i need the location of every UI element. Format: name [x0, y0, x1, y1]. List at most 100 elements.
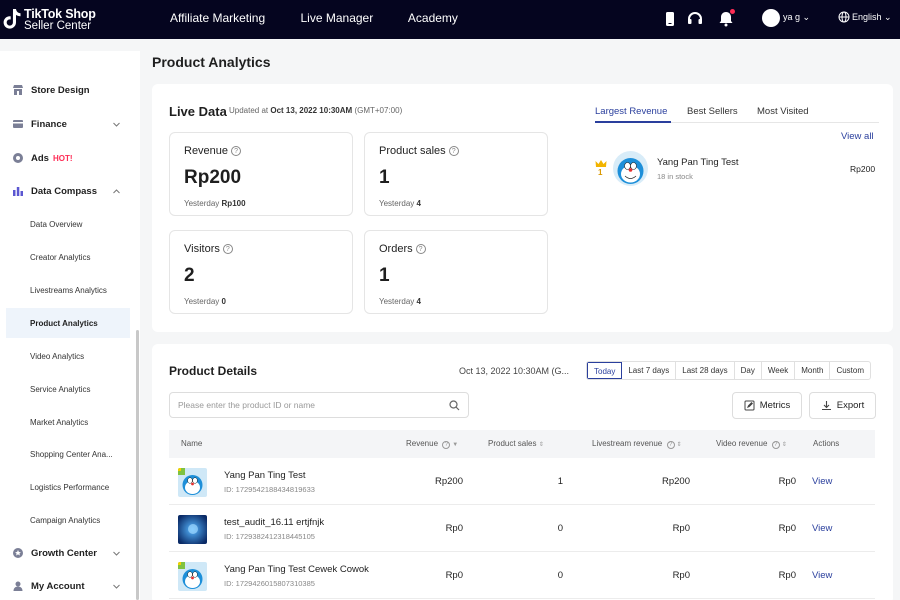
tab-best-sellers[interactable]: Best Sellers	[687, 106, 738, 117]
sidebar-item-data-compass[interactable]: Data Compass	[0, 176, 132, 206]
info-icon[interactable]: ?	[666, 441, 675, 449]
nav-academy[interactable]: Academy	[408, 11, 458, 25]
product-details-card: Product Details Oct 13, 2022 10:30AM (G.…	[152, 344, 893, 600]
user-avatar[interactable]	[762, 9, 780, 27]
range-day[interactable]: Day	[735, 362, 762, 379]
col-actions: Actions	[813, 439, 840, 448]
product-thumbnail[interactable]	[178, 562, 207, 591]
sidebar: Store Design Finance Ads HOT! Data Compas…	[0, 51, 140, 600]
sidebar-item-my-account[interactable]: My Account	[0, 571, 132, 600]
sidebar-sub-data-overview[interactable]: Data Overview	[0, 209, 132, 239]
col-sales-label: Product sales	[488, 439, 537, 448]
sidebar-sub-campaign-analytics[interactable]: Campaign Analytics	[0, 505, 132, 535]
chart-bars-icon	[13, 187, 23, 196]
brand-line-1: TikTok Shop	[24, 7, 96, 21]
view-link[interactable]: View	[812, 476, 832, 487]
col-name: Name	[181, 439, 203, 448]
sidebar-sub-shopping-center-analytics[interactable]: Shopping Center Ana...	[0, 439, 132, 469]
top-product-name[interactable]: Yang Pan Ting Test	[657, 157, 739, 168]
cell-product-sales: 0	[557, 523, 563, 534]
top-nav: Affiliate Marketing Live Manager Academy	[170, 11, 490, 25]
view-link[interactable]: View	[812, 570, 832, 581]
info-icon[interactable]: ?	[448, 146, 459, 156]
info-icon[interactable]: ?	[231, 146, 242, 156]
metric-yesterday: Yesterday 4	[379, 297, 421, 306]
cell-revenue: Rp0	[445, 570, 463, 581]
sort-icon[interactable]: ⇕	[539, 442, 544, 448]
store-icon	[13, 85, 23, 95]
range-custom[interactable]: Custom	[830, 362, 870, 379]
sidebar-sub-product-analytics[interactable]: Product Analytics	[6, 308, 130, 338]
user-name-text: ya g	[783, 12, 801, 22]
product-thumbnail[interactable]	[178, 515, 207, 544]
sidebar-item-ads[interactable]: Ads HOT!	[0, 143, 132, 173]
sort-icon[interactable]: ⇕	[782, 442, 787, 448]
view-link[interactable]: View	[812, 523, 832, 534]
nav-affiliate-marketing[interactable]: Affiliate Marketing	[170, 11, 265, 25]
metrics-button[interactable]: Metrics	[732, 392, 802, 419]
cell-video-revenue: Rp0	[778, 523, 796, 534]
sidebar-scrollbar[interactable]	[136, 330, 139, 600]
sidebar-label: Finance	[31, 118, 67, 130]
sidebar-sub-label: Creator Analytics	[30, 252, 91, 262]
phone-icon[interactable]	[661, 10, 679, 28]
sidebar-sub-market-analytics[interactable]: Market Analytics	[0, 407, 132, 437]
tiktok-shop-logo[interactable]: TikTok Shop Seller Center	[2, 6, 122, 34]
product-name[interactable]: test_audit_16.11 ertjfnjk	[224, 517, 324, 528]
sort-desc-icon[interactable]: ▼	[452, 442, 458, 448]
tab-most-visited[interactable]: Most Visited	[757, 106, 809, 117]
info-icon[interactable]: ?	[415, 244, 426, 254]
product-thumbnail[interactable]	[178, 468, 207, 497]
yesterday-label: Yesterday	[379, 297, 415, 306]
sidebar-label: Store Design	[31, 84, 90, 96]
date-selector[interactable]: Oct 13, 2022 10:30AM (G...	[459, 366, 569, 376]
sidebar-item-growth-center[interactable]: Growth Center	[0, 538, 132, 568]
product-details-title: Product Details	[169, 364, 258, 378]
language-selector[interactable]: English ⌄	[852, 12, 892, 23]
sidebar-sub-label: Product Analytics	[30, 318, 98, 328]
cell-video-revenue: Rp0	[778, 476, 796, 487]
yesterday-label: Yesterday	[184, 297, 220, 306]
range-today[interactable]: Today	[587, 362, 623, 379]
product-search	[169, 392, 469, 418]
export-button[interactable]: Export	[809, 392, 876, 419]
range-month[interactable]: Month	[795, 362, 831, 379]
search-icon[interactable]	[449, 400, 460, 411]
product-name[interactable]: Yang Pan Ting Test Cewek Cowok	[224, 564, 369, 575]
sidebar-item-store-design[interactable]: Store Design	[0, 75, 132, 105]
product-name[interactable]: Yang Pan Ting Test	[224, 470, 306, 481]
metric-visitors: Visitors? 2 Yesterday 0	[169, 230, 353, 314]
metric-orders: Orders? 1 Yesterday 4	[364, 230, 548, 314]
sidebar-sub-label: Market Analytics	[30, 417, 89, 427]
sidebar-sub-label: Livestreams Analytics	[30, 285, 107, 295]
sidebar-sub-creator-analytics[interactable]: Creator Analytics	[0, 242, 132, 272]
sidebar-sub-livestreams-analytics[interactable]: Livestreams Analytics	[0, 275, 132, 305]
info-icon[interactable]: ?	[442, 441, 451, 449]
info-icon[interactable]: ?	[771, 441, 780, 449]
sort-icon[interactable]: ⇕	[677, 442, 682, 448]
top-product-image[interactable]	[613, 151, 648, 186]
search-input[interactable]	[178, 398, 438, 412]
nav-live-manager[interactable]: Live Manager	[301, 11, 374, 25]
user-name[interactable]: ya g ⌄	[783, 12, 810, 23]
col-livestream-revenue[interactable]: Livestream revenue ? ⇕	[592, 439, 682, 449]
sidebar-sub-service-analytics[interactable]: Service Analytics	[0, 374, 132, 404]
metric-label: Orders?	[379, 243, 426, 255]
sidebar-sub-video-analytics[interactable]: Video Analytics	[0, 341, 132, 371]
range-last-7-days[interactable]: Last 7 days	[622, 362, 677, 379]
headset-icon[interactable]	[686, 10, 704, 28]
product-id: ID: 1729426015807310385	[224, 579, 315, 588]
tab-largest-revenue[interactable]: Largest Revenue	[595, 106, 667, 117]
col-product-sales[interactable]: Product sales ⇕	[488, 439, 544, 448]
doraemon-thumbnail-icon	[613, 151, 648, 186]
rank-number: 1	[598, 168, 603, 177]
range-last-28-days[interactable]: Last 28 days	[676, 362, 735, 379]
range-week[interactable]: Week	[762, 362, 796, 379]
sidebar-sub-logistics-performance[interactable]: Logistics Performance	[0, 472, 132, 502]
info-icon[interactable]: ?	[222, 244, 233, 254]
col-video-revenue[interactable]: Video revenue ? ⇕	[716, 439, 787, 449]
view-all-link[interactable]: View all	[841, 131, 874, 142]
chevron-up-icon	[113, 188, 120, 193]
col-revenue[interactable]: Revenue ? ▼	[406, 439, 458, 449]
sidebar-item-finance[interactable]: Finance	[0, 109, 132, 139]
